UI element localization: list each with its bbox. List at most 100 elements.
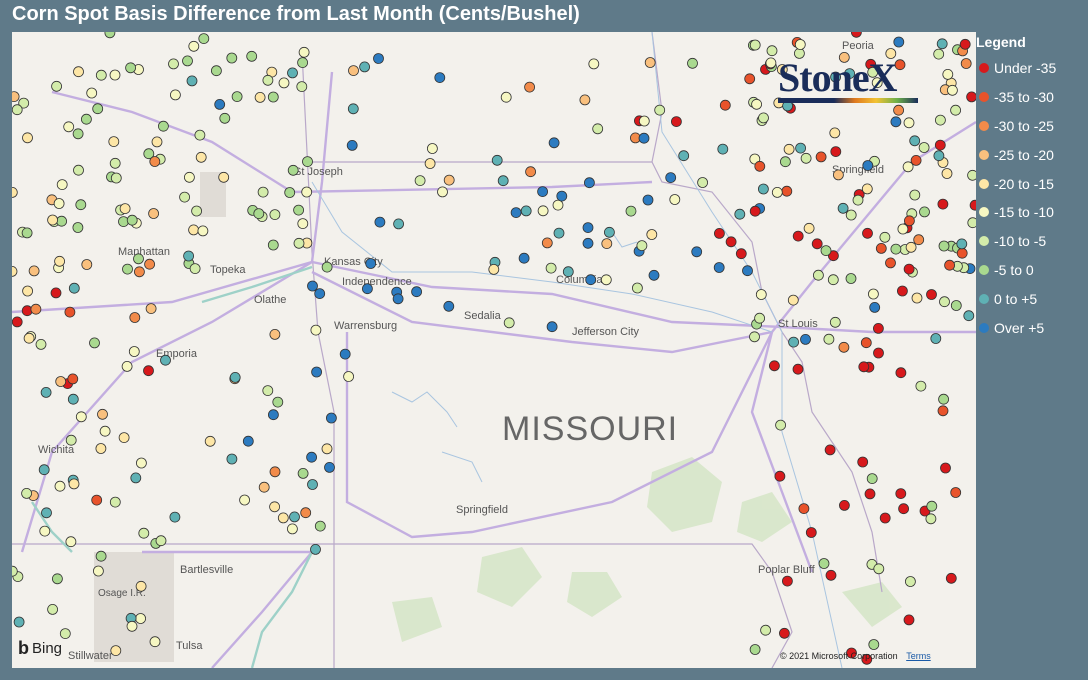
- elevator-point[interactable]: [347, 103, 359, 115]
- elevator-point[interactable]: [601, 238, 613, 250]
- elevator-point[interactable]: [525, 166, 536, 178]
- elevator-point[interactable]: [783, 143, 795, 155]
- elevator-point[interactable]: [719, 99, 731, 111]
- elevator-point[interactable]: [562, 266, 574, 278]
- elevator-point[interactable]: [155, 535, 167, 547]
- elevator-point[interactable]: [873, 347, 884, 359]
- elevator-point[interactable]: [669, 194, 681, 205]
- elevator-point[interactable]: [852, 194, 864, 206]
- elevator-point[interactable]: [23, 332, 35, 344]
- elevator-point[interactable]: [298, 46, 310, 58]
- elevator-point[interactable]: [820, 245, 832, 257]
- elevator-point[interactable]: [22, 132, 33, 144]
- elevator-point[interactable]: [65, 434, 77, 446]
- elevator-point[interactable]: [537, 205, 549, 217]
- elevator-point[interactable]: [293, 204, 305, 216]
- elevator-point[interactable]: [361, 283, 373, 295]
- elevator-point[interactable]: [798, 503, 810, 515]
- elevator-point[interactable]: [857, 456, 869, 468]
- elevator-point[interactable]: [41, 507, 52, 519]
- elevator-point[interactable]: [374, 216, 386, 228]
- elevator-point[interactable]: [63, 121, 75, 133]
- elevator-point[interactable]: [191, 205, 203, 217]
- elevator-point[interactable]: [437, 186, 448, 198]
- elevator-point[interactable]: [226, 52, 238, 64]
- elevator-point[interactable]: [129, 312, 141, 323]
- elevator-point[interactable]: [818, 558, 830, 569]
- elevator-point[interactable]: [198, 33, 210, 44]
- elevator-point[interactable]: [135, 457, 147, 469]
- elevator-point[interactable]: [779, 627, 790, 639]
- elevator-point[interactable]: [149, 156, 161, 167]
- elevator-point[interactable]: [754, 160, 766, 172]
- elevator-point[interactable]: [625, 205, 637, 217]
- elevator-point[interactable]: [40, 386, 52, 398]
- elevator-point[interactable]: [321, 443, 333, 455]
- elevator-point[interactable]: [687, 57, 698, 69]
- elevator-point[interactable]: [868, 288, 879, 300]
- elevator-point[interactable]: [869, 301, 881, 313]
- legend-item[interactable]: -35 to -30: [976, 83, 1088, 112]
- elevator-point[interactable]: [186, 75, 198, 87]
- elevator-point[interactable]: [579, 94, 591, 106]
- elevator-point[interactable]: [905, 241, 917, 253]
- elevator-point[interactable]: [91, 494, 103, 506]
- elevator-point[interactable]: [89, 337, 100, 349]
- elevator-point[interactable]: [135, 580, 147, 592]
- elevator-point[interactable]: [110, 645, 122, 656]
- elevator-point[interactable]: [393, 218, 405, 230]
- elevator-point[interactable]: [392, 293, 404, 305]
- elevator-point[interactable]: [443, 300, 455, 312]
- elevator-point[interactable]: [632, 282, 643, 294]
- elevator-point[interactable]: [109, 157, 121, 169]
- elevator-point[interactable]: [967, 217, 976, 229]
- elevator-point[interactable]: [845, 273, 857, 284]
- elevator-point[interactable]: [942, 69, 954, 80]
- elevator-point[interactable]: [800, 333, 811, 345]
- elevator-point[interactable]: [556, 190, 568, 202]
- elevator-point[interactable]: [959, 38, 971, 50]
- elevator-point[interactable]: [956, 247, 968, 259]
- elevator-point[interactable]: [910, 154, 922, 166]
- elevator-point[interactable]: [68, 282, 80, 294]
- elevator-point[interactable]: [54, 255, 65, 267]
- elevator-point[interactable]: [214, 99, 226, 110]
- elevator-point[interactable]: [604, 226, 615, 238]
- elevator-point[interactable]: [749, 331, 760, 343]
- elevator-point[interactable]: [411, 286, 423, 298]
- elevator-point[interactable]: [189, 263, 201, 275]
- elevator-point[interactable]: [885, 257, 896, 269]
- elevator-point[interactable]: [941, 168, 953, 179]
- elevator-point[interactable]: [301, 186, 313, 198]
- elevator-point[interactable]: [75, 199, 87, 211]
- elevator-point[interactable]: [307, 280, 318, 292]
- legend-item[interactable]: -10 to -5: [976, 227, 1088, 256]
- elevator-point[interactable]: [269, 466, 281, 478]
- elevator-point[interactable]: [204, 435, 216, 447]
- elevator-point[interactable]: [38, 464, 50, 476]
- elevator-point[interactable]: [12, 266, 18, 277]
- elevator-point[interactable]: [782, 575, 793, 587]
- elevator-point[interactable]: [895, 367, 907, 379]
- elevator-point[interactable]: [813, 269, 824, 281]
- elevator-point[interactable]: [771, 186, 783, 198]
- elevator-point[interactable]: [47, 604, 58, 615]
- elevator-point[interactable]: [56, 179, 68, 191]
- elevator-point[interactable]: [919, 206, 930, 218]
- elevator-point[interactable]: [21, 487, 33, 499]
- elevator-point[interactable]: [873, 322, 884, 334]
- elevator-point[interactable]: [310, 544, 321, 555]
- elevator-point[interactable]: [636, 240, 648, 252]
- elevator-point[interactable]: [325, 412, 337, 424]
- elevator-point[interactable]: [913, 234, 925, 246]
- map-canvas[interactable]: Peoria Springfield St Joseph Manhattan T…: [12, 32, 976, 668]
- elevator-point[interactable]: [500, 91, 512, 103]
- elevator-point[interactable]: [950, 487, 962, 498]
- elevator-point[interactable]: [749, 39, 761, 51]
- elevator-point[interactable]: [582, 222, 594, 234]
- legend-item[interactable]: -25 to -20: [976, 140, 1088, 169]
- elevator-point[interactable]: [64, 306, 76, 318]
- elevator-point[interactable]: [269, 501, 281, 513]
- elevator-point[interactable]: [824, 444, 836, 456]
- elevator-point[interactable]: [829, 127, 841, 139]
